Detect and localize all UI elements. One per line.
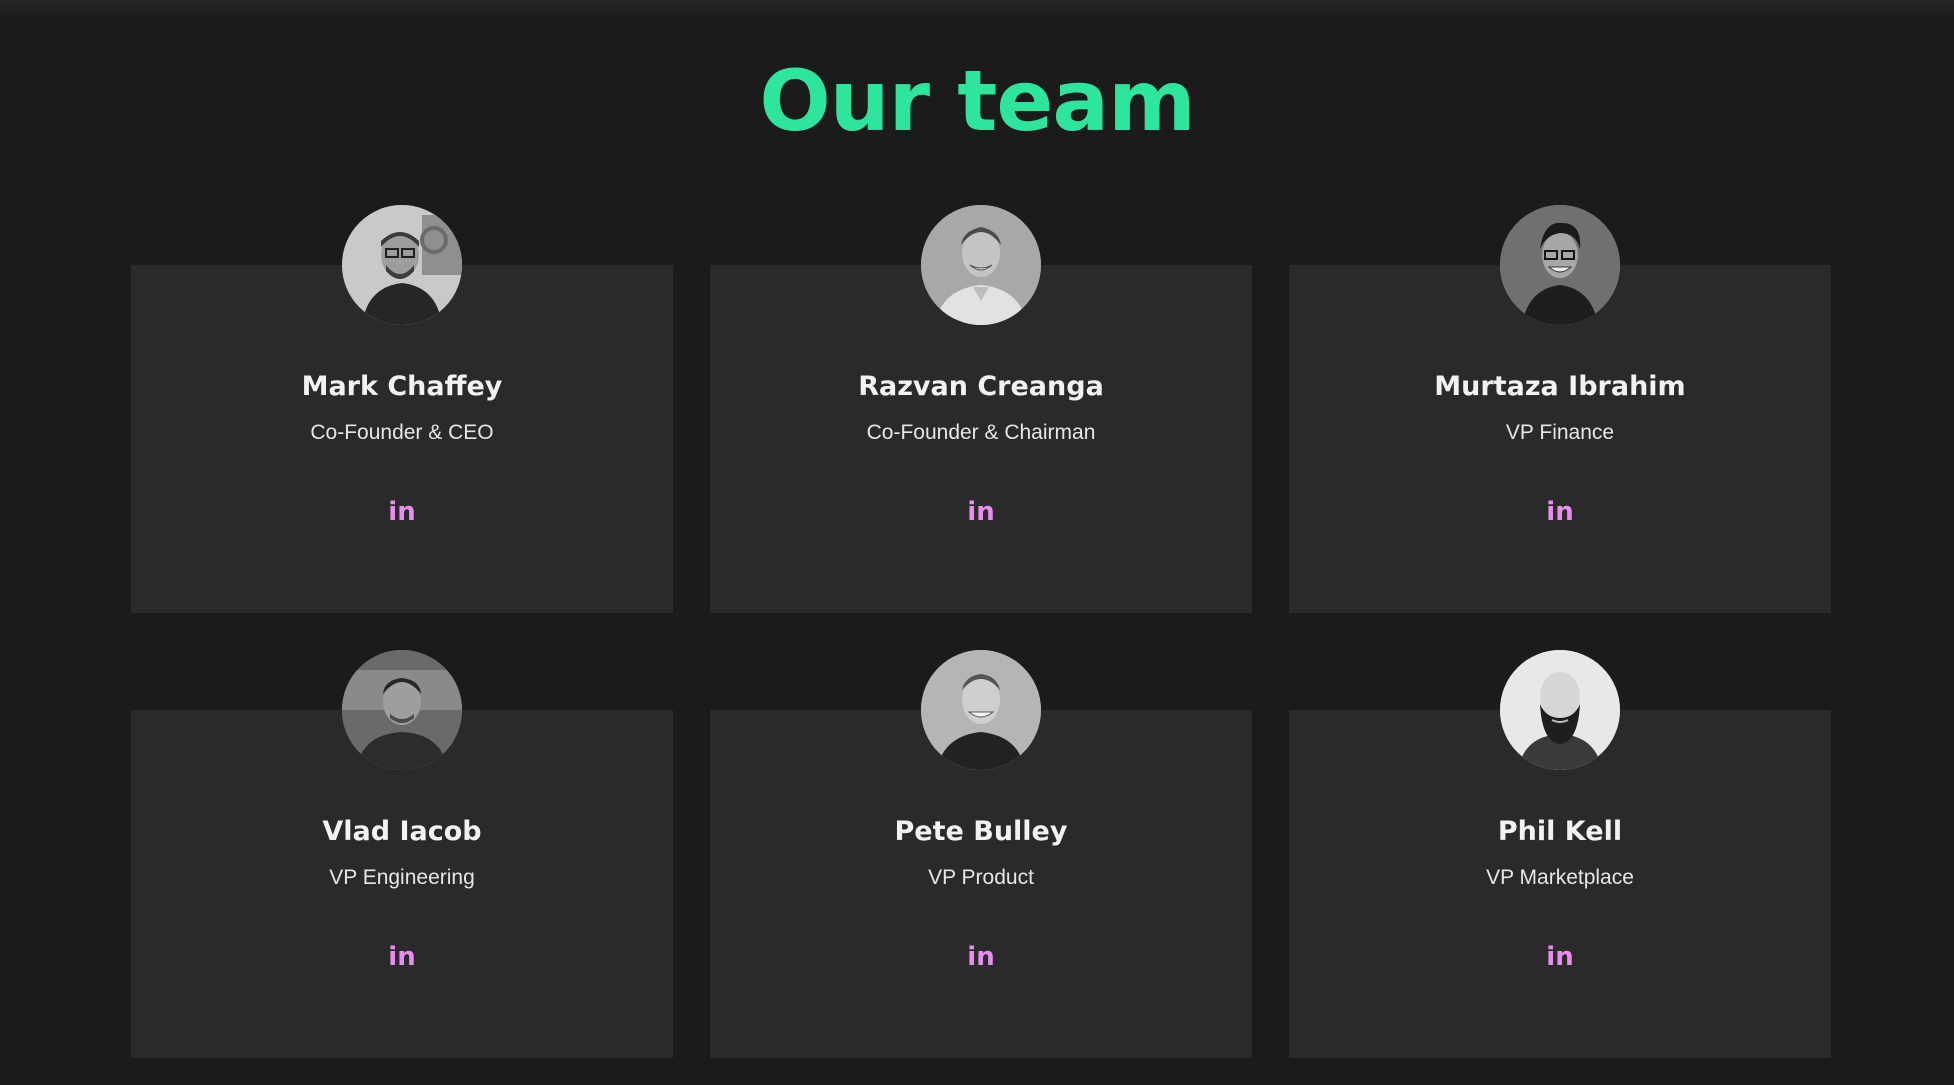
member-role: Co-Founder & Chairman (866, 421, 1096, 444)
member-name: Vlad Iacob (322, 816, 482, 847)
linkedin-icon[interactable]: in (961, 495, 1001, 529)
team-member-card: Razvan Creanga Co-Founder & Chairman in (710, 205, 1252, 613)
avatar (342, 650, 462, 770)
top-bar (0, 0, 1954, 18)
avatar (342, 205, 462, 325)
team-member-card: Murtaza Ibrahim VP Finance in (1289, 205, 1831, 613)
avatar (1500, 650, 1620, 770)
member-name: Murtaza Ibrahim (1434, 371, 1686, 402)
team-member-card: Phil Kell VP Marketplace in (1289, 650, 1831, 1058)
member-name: Phil Kell (1497, 816, 1623, 847)
team-grid: Mark Chaffey Co-Founder & CEO in Razvan … (131, 205, 1831, 1065)
linkedin-icon[interactable]: in (382, 940, 422, 974)
linkedin-icon[interactable]: in (1540, 940, 1580, 974)
linkedin-icon[interactable]: in (961, 940, 1001, 974)
member-role: VP Finance (1505, 421, 1615, 444)
member-role: VP Engineering (329, 866, 475, 889)
member-role: Co-Founder & CEO (310, 421, 494, 444)
avatar (1500, 205, 1620, 325)
team-member-card: Pete Bulley VP Product in (710, 650, 1252, 1058)
member-name: Pete Bulley (894, 816, 1068, 847)
linkedin-icon[interactable]: in (382, 495, 422, 529)
member-role: VP Product (928, 866, 1034, 889)
linkedin-icon[interactable]: in (1540, 495, 1580, 529)
member-name: Razvan Creanga (858, 371, 1104, 402)
member-name: Mark Chaffey (301, 371, 503, 402)
team-member-card: Vlad Iacob VP Engineering in (131, 650, 673, 1058)
avatar (921, 650, 1041, 770)
section-title: Our team (759, 52, 1195, 150)
member-role: VP Marketplace (1486, 866, 1634, 889)
avatar (921, 205, 1041, 325)
team-member-card: Mark Chaffey Co-Founder & CEO in (131, 205, 673, 613)
